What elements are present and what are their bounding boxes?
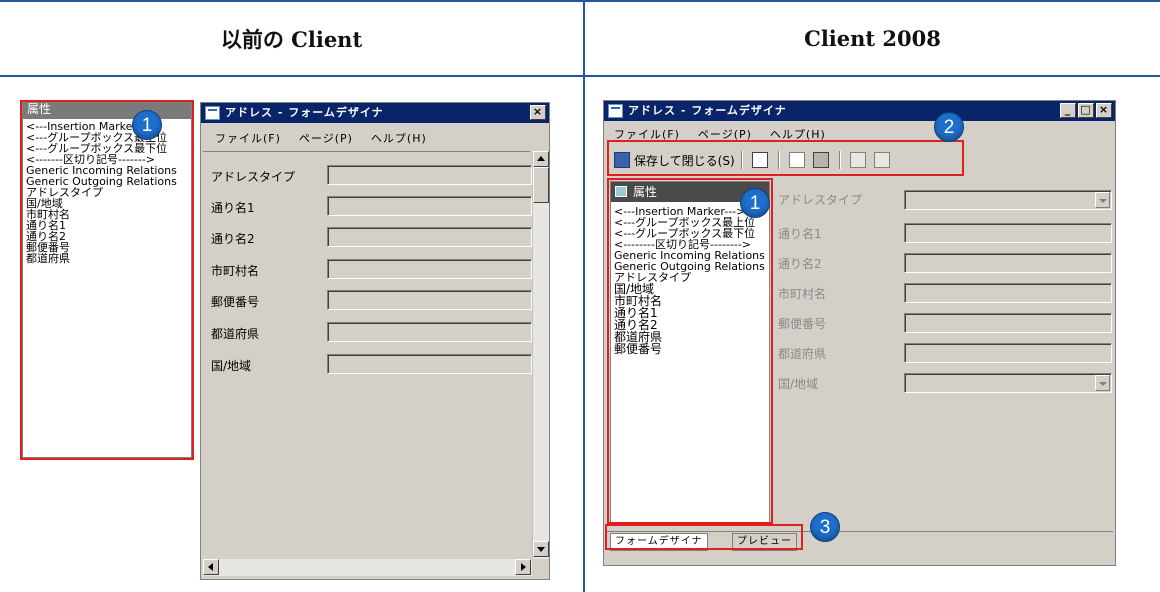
new-canvas: アドレスタイプ 通り名1 通り名2 市町村名 郵便番号 都道府県 国/地域	[776, 181, 1112, 523]
scroll-up-button[interactable]	[533, 151, 549, 167]
old-canvas: アドレスタイプ 通り名1 通り名2 市町村名 郵便番号 都道府県 国/地域	[203, 151, 532, 559]
scroll-left-button[interactable]	[203, 559, 219, 575]
callout-badge-1-old: 1	[132, 110, 162, 140]
close-button[interactable]: ×	[530, 105, 546, 120]
close-button[interactable]: ×	[1096, 103, 1112, 118]
field-country[interactable]	[327, 354, 532, 374]
field-label-prefecture: 都道府県	[211, 327, 260, 341]
old-window-title: アドレス - フォームデザイナ	[225, 106, 384, 119]
field-country[interactable]	[904, 373, 1112, 393]
highlight-box-1-old	[20, 100, 194, 460]
old-window-titlebar: アドレス - フォームデザイナ ×	[201, 103, 549, 123]
old-form-designer-window: アドレス - フォームデザイナ × ファイル(F) ページ(P) ヘルプ(H) …	[200, 102, 550, 580]
field-street1[interactable]	[904, 223, 1112, 243]
field-label-prefecture: 都道府県	[778, 347, 827, 361]
old-horizontal-scrollbar[interactable]	[203, 559, 532, 576]
old-vertical-scrollbar[interactable]	[532, 151, 549, 559]
field-label-street1: 通り名1	[778, 227, 822, 241]
field-label-street1: 通り名1	[211, 201, 255, 215]
right-column-heading: Client 2008	[804, 26, 941, 51]
callout-badge-2-new: 2	[934, 112, 964, 142]
field-prefecture[interactable]	[904, 343, 1112, 363]
field-address-type[interactable]	[327, 165, 532, 185]
field-street1[interactable]	[327, 196, 532, 216]
header-rule	[0, 75, 1160, 77]
field-city[interactable]	[327, 259, 532, 279]
dropdown-arrow-icon[interactable]	[1095, 375, 1110, 391]
callout-badge-3-new: 3	[810, 512, 840, 542]
field-label-postal: 郵便番号	[211, 295, 260, 309]
field-label-street2: 通り名2	[778, 257, 822, 271]
field-label-city: 市町村名	[778, 287, 827, 301]
field-label-street2: 通り名2	[211, 232, 255, 246]
menu-file[interactable]: ファイル(F)	[215, 130, 281, 146]
dropdown-arrow-icon[interactable]	[1095, 192, 1110, 208]
field-label-country: 国/地域	[778, 377, 819, 391]
scroll-down-button[interactable]	[533, 541, 549, 557]
menu-page[interactable]: ページ(P)	[299, 130, 353, 146]
new-window-title: アドレス - フォームデザイナ	[628, 104, 787, 117]
field-address-type[interactable]	[904, 190, 1112, 210]
new-window-titlebar: アドレス - フォームデザイナ _ □ ×	[604, 101, 1115, 121]
menu-help[interactable]: ヘルプ(H)	[371, 130, 427, 146]
scroll-thumb[interactable]	[533, 167, 549, 203]
field-postal[interactable]	[904, 313, 1112, 333]
field-label-address-type: アドレスタイプ	[778, 193, 863, 207]
field-label-city: 市町村名	[211, 264, 260, 278]
field-prefecture[interactable]	[327, 322, 532, 342]
field-city[interactable]	[904, 283, 1112, 303]
field-label-country: 国/地域	[211, 359, 252, 373]
old-menubar: ファイル(F) ページ(P) ヘルプ(H)	[201, 127, 549, 149]
field-label-postal: 郵便番号	[778, 317, 827, 331]
field-street2[interactable]	[904, 253, 1112, 273]
window-app-icon	[205, 106, 220, 120]
column-divider	[583, 0, 585, 592]
maximize-button[interactable]: □	[1078, 103, 1094, 118]
callout-badge-1-new: 1	[740, 188, 770, 218]
minimize-button[interactable]: _	[1060, 103, 1076, 118]
left-column-heading: 以前の Client	[220, 26, 363, 52]
scroll-right-button[interactable]	[515, 559, 531, 575]
highlight-box-3-new	[605, 524, 803, 550]
field-street2[interactable]	[327, 227, 532, 247]
field-postal[interactable]	[327, 290, 532, 310]
window-app-icon	[608, 104, 623, 118]
highlight-box-2-new	[607, 140, 964, 176]
highlight-box-1-new	[607, 178, 773, 524]
field-label-address-type: アドレスタイプ	[211, 170, 296, 184]
